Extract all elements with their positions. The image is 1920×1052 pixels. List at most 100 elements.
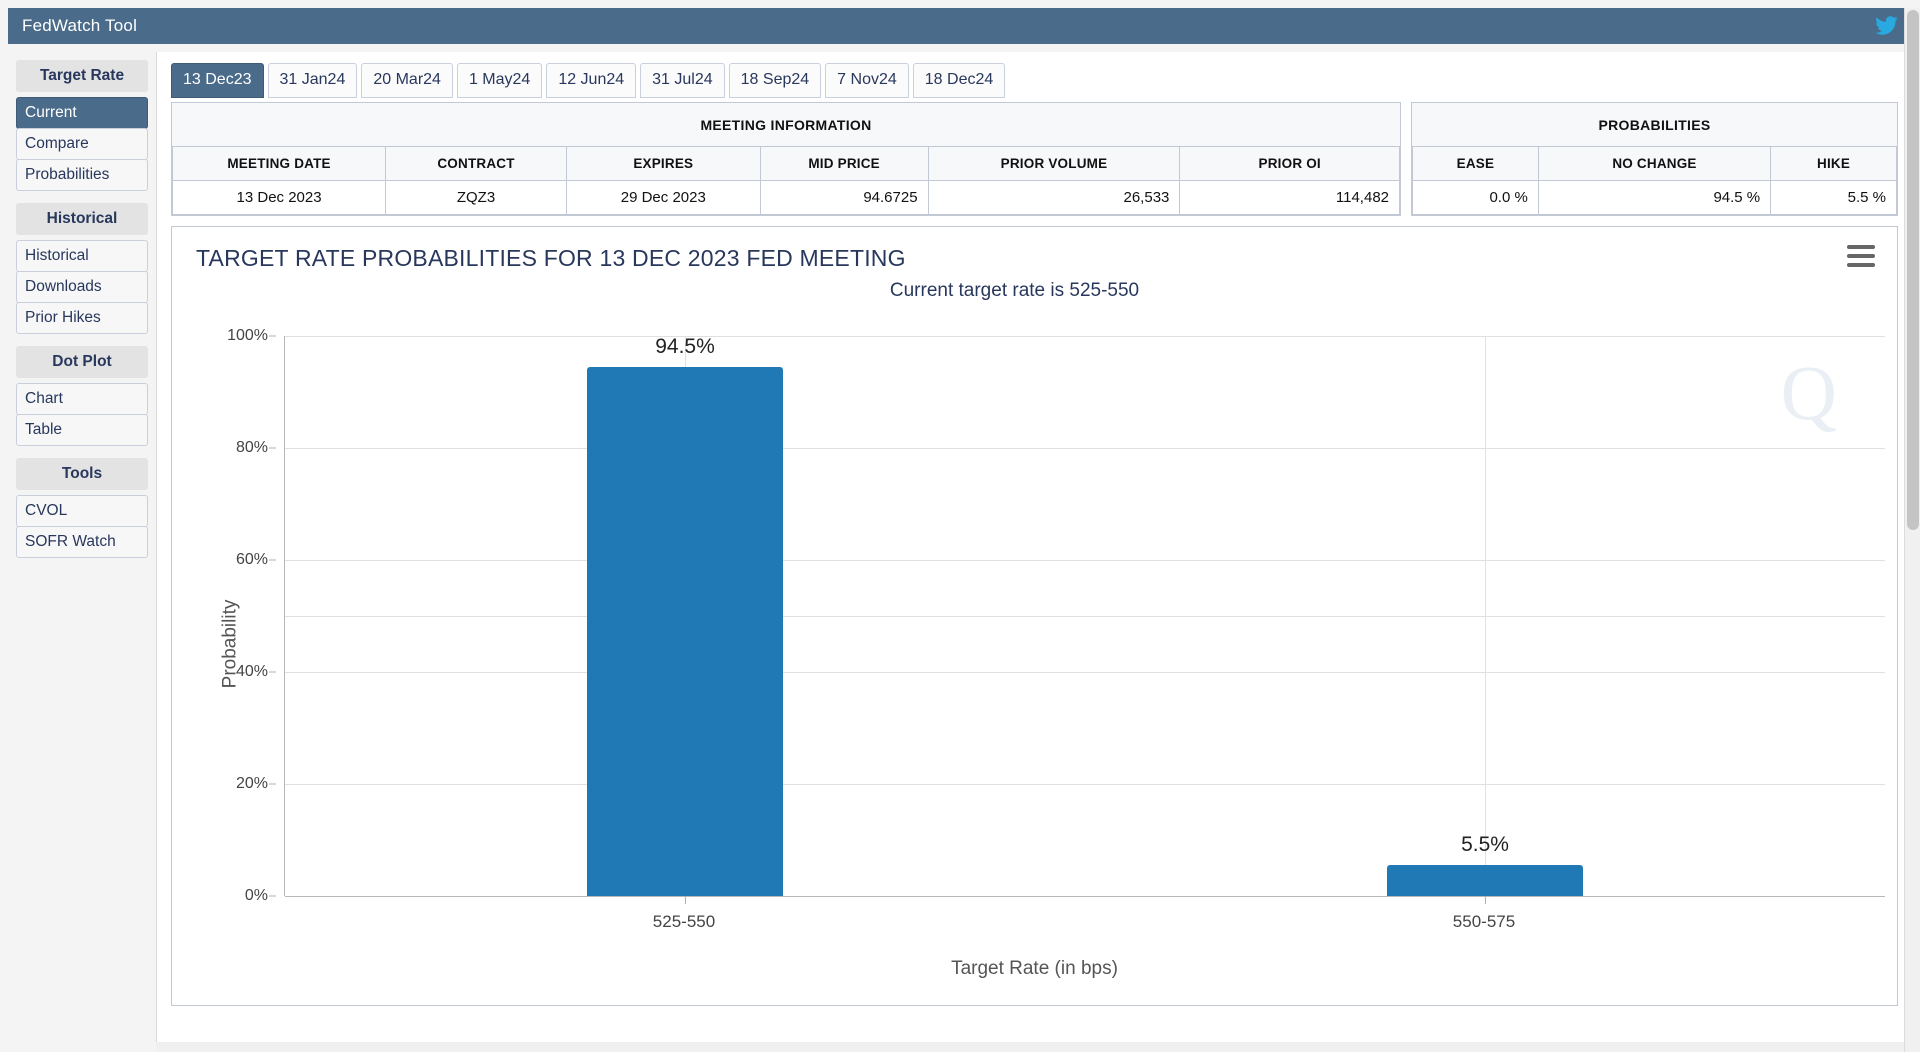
sidebar-header-target-rate: Target Rate bbox=[16, 60, 148, 92]
table-header-row: MEETING DATE CONTRACT EXPIRES MID PRICE … bbox=[173, 147, 1400, 181]
sidebar-item-chart[interactable]: Chart bbox=[16, 383, 148, 415]
tab-18-sep24[interactable]: 18 Sep24 bbox=[729, 63, 822, 98]
plot-area: Q 94.5% 5.5% bbox=[284, 336, 1885, 896]
gridline bbox=[285, 896, 1885, 897]
sidebar-item-table[interactable]: Table bbox=[16, 414, 148, 446]
probabilities-table: EASE NO CHANGE HIKE 0.0 % 94.5 % 5.5 % bbox=[1412, 147, 1897, 215]
chart-panel: TARGET RATE PROBABILITIES FOR 13 DEC 202… bbox=[171, 226, 1898, 1006]
gridline bbox=[285, 672, 1885, 673]
vertical-scrollbar[interactable] bbox=[1904, 8, 1920, 1052]
tab-12-jun24[interactable]: 12 Jun24 bbox=[546, 63, 636, 98]
y-axis-tick-mark bbox=[269, 336, 276, 337]
y-axis-tick-label: 0% bbox=[245, 887, 268, 905]
watermark-logo: Q bbox=[1781, 348, 1837, 438]
y-axis-tick-mark bbox=[269, 560, 276, 561]
horizontal-scrollbar[interactable] bbox=[156, 1042, 1904, 1052]
info-tables: MEETING INFORMATION MEETING DATE CONTRAC… bbox=[167, 98, 1902, 216]
y-axis-tick-mark bbox=[269, 896, 276, 897]
column-contract: CONTRACT bbox=[386, 147, 567, 181]
y-axis-tick-mark bbox=[269, 784, 276, 785]
tab-20-mar24[interactable]: 20 Mar24 bbox=[361, 63, 453, 98]
x-axis-tick-mark bbox=[1485, 896, 1486, 904]
gridline bbox=[285, 336, 1885, 337]
sidebar-header-historical: Historical bbox=[16, 203, 148, 235]
sidebar-item-downloads[interactable]: Downloads bbox=[16, 271, 148, 303]
bar-525-550[interactable] bbox=[587, 367, 783, 896]
sidebar-item-current[interactable]: Current bbox=[16, 97, 148, 129]
cell-ease: 0.0 % bbox=[1413, 181, 1539, 215]
cell-no-change: 94.5 % bbox=[1538, 181, 1770, 215]
sidebar-group-historical: Historical Historical Downloads Prior Hi… bbox=[16, 203, 148, 334]
tab-7-nov24[interactable]: 7 Nov24 bbox=[825, 63, 909, 98]
sidebar: Target Rate Current Compare Probabilitie… bbox=[8, 52, 156, 1052]
meeting-information-table: MEETING DATE CONTRACT EXPIRES MID PRICE … bbox=[172, 147, 1400, 215]
page-title: FedWatch Tool bbox=[22, 16, 137, 36]
column-hike: HIKE bbox=[1771, 147, 1897, 181]
main-content: 13 Dec23 31 Jan24 20 Mar24 1 May24 12 Ju… bbox=[156, 52, 1912, 1052]
bar-value-label: 5.5% bbox=[1461, 833, 1509, 857]
gridline bbox=[285, 616, 1885, 617]
column-no-change: NO CHANGE bbox=[1538, 147, 1770, 181]
y-axis-ticks: 0%20%40%60%80%100% bbox=[214, 336, 276, 896]
meeting-information-panel: MEETING INFORMATION MEETING DATE CONTRAC… bbox=[171, 102, 1401, 216]
fedwatch-app: FedWatch Tool Target Rate Current Compar… bbox=[0, 0, 1920, 1052]
probabilities-title: PROBABILITIES bbox=[1412, 103, 1897, 147]
gridline bbox=[285, 448, 1885, 449]
column-meeting-date: MEETING DATE bbox=[173, 147, 386, 181]
tab-18-dec24[interactable]: 18 Dec24 bbox=[913, 63, 1006, 98]
bar-value-label: 94.5% bbox=[655, 335, 715, 359]
column-prior-oi: PRIOR OI bbox=[1180, 147, 1400, 181]
cell-expires: 29 Dec 2023 bbox=[566, 181, 760, 215]
bar-550-575[interactable] bbox=[1387, 865, 1583, 896]
hamburger-menu-icon[interactable] bbox=[1847, 245, 1875, 267]
table-row: 0.0 % 94.5 % 5.5 % bbox=[1413, 181, 1897, 215]
sidebar-item-prior-hikes[interactable]: Prior Hikes bbox=[16, 302, 148, 334]
x-axis-tick-label: 525-550 bbox=[653, 912, 715, 932]
sidebar-item-probabilities[interactable]: Probabilities bbox=[16, 159, 148, 191]
meeting-tabs: 13 Dec23 31 Jan24 20 Mar24 1 May24 12 Ju… bbox=[167, 60, 1902, 98]
y-axis-tick-label: 40% bbox=[236, 663, 268, 681]
y-axis-tick-label: 60% bbox=[236, 551, 268, 569]
sidebar-item-compare[interactable]: Compare bbox=[16, 128, 148, 160]
sidebar-item-cvol[interactable]: CVOL bbox=[16, 495, 148, 527]
sidebar-item-historical[interactable]: Historical bbox=[16, 240, 148, 272]
table-row: 13 Dec 2023 ZQZ3 29 Dec 2023 94.6725 26,… bbox=[173, 181, 1400, 215]
probabilities-panel: PROBABILITIES EASE NO CHANGE HIKE 0.0 % … bbox=[1411, 102, 1898, 216]
cell-contract: ZQZ3 bbox=[386, 181, 567, 215]
table-header-row: EASE NO CHANGE HIKE bbox=[1413, 147, 1897, 181]
cell-meeting-date: 13 Dec 2023 bbox=[173, 181, 386, 215]
column-expires: EXPIRES bbox=[566, 147, 760, 181]
sidebar-header-tools: Tools bbox=[16, 458, 148, 490]
sidebar-group-tools: Tools CVOL SOFR Watch bbox=[16, 458, 148, 558]
tab-31-jul24[interactable]: 31 Jul24 bbox=[640, 63, 725, 98]
chart-subtitle: Current target rate is 525-550 bbox=[184, 280, 1885, 302]
gridline bbox=[285, 560, 1885, 561]
y-axis-tick-label: 20% bbox=[236, 775, 268, 793]
sidebar-item-sofr-watch[interactable]: SOFR Watch bbox=[16, 526, 148, 558]
x-axis-label: Target Rate (in bps) bbox=[184, 958, 1885, 980]
meeting-information-title: MEETING INFORMATION bbox=[172, 103, 1400, 147]
y-axis-tick-label: 100% bbox=[227, 327, 268, 345]
twitter-bird-icon[interactable] bbox=[1874, 16, 1898, 36]
vertical-scrollbar-thumb[interactable] bbox=[1907, 10, 1919, 530]
gridline bbox=[285, 784, 1885, 785]
sidebar-group-target-rate: Target Rate Current Compare Probabilitie… bbox=[16, 60, 148, 191]
column-mid-price: MID PRICE bbox=[760, 147, 928, 181]
chart-title: TARGET RATE PROBABILITIES FOR 13 DEC 202… bbox=[184, 237, 1885, 272]
tab-1-may24[interactable]: 1 May24 bbox=[457, 63, 542, 98]
cell-prior-volume: 26,533 bbox=[928, 181, 1180, 215]
category-divider bbox=[1485, 336, 1486, 896]
y-axis-tick-mark bbox=[269, 448, 276, 449]
tab-13-dec23[interactable]: 13 Dec23 bbox=[171, 63, 264, 98]
column-ease: EASE bbox=[1413, 147, 1539, 181]
sidebar-header-dot-plot: Dot Plot bbox=[16, 346, 148, 378]
cell-mid-price: 94.6725 bbox=[760, 181, 928, 215]
x-axis-tick-label: 550-575 bbox=[1453, 912, 1515, 932]
y-axis-tick-mark bbox=[269, 672, 276, 673]
cell-prior-oi: 114,482 bbox=[1180, 181, 1400, 215]
bar-chart-plot: Probability 0%20%40%60%80%100% Q 94.5%5.… bbox=[184, 314, 1885, 974]
window-titlebar: FedWatch Tool bbox=[8, 8, 1912, 44]
column-prior-volume: PRIOR VOLUME bbox=[928, 147, 1180, 181]
x-axis-tick-mark bbox=[685, 896, 686, 904]
tab-31-jan24[interactable]: 31 Jan24 bbox=[268, 63, 358, 98]
